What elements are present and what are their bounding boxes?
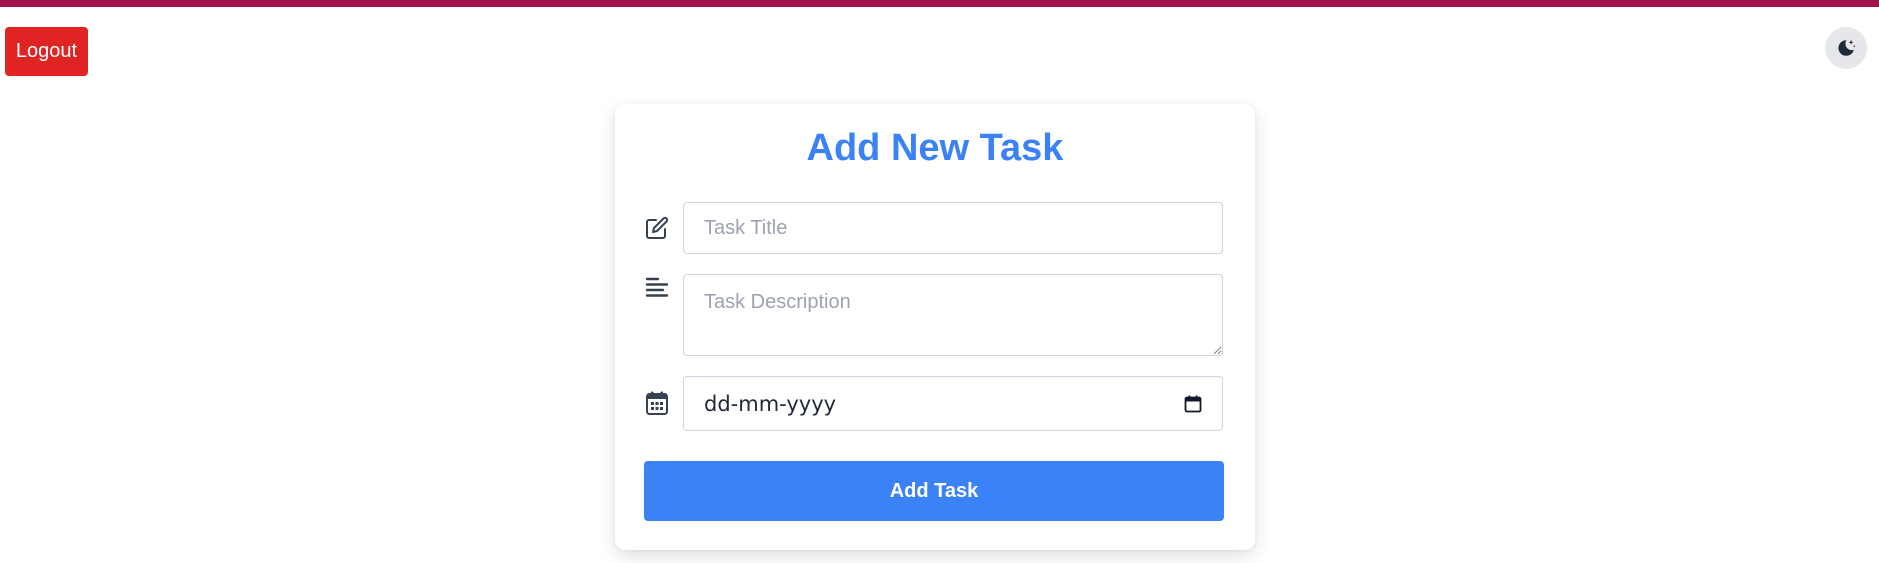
- calendar-picker-icon[interactable]: [1184, 395, 1202, 413]
- due-date-input[interactable]: dd-mm-yyyy: [683, 376, 1223, 431]
- add-task-button[interactable]: Add Task: [644, 461, 1224, 521]
- form-title: Add New Task: [806, 127, 1064, 169]
- top-accent-bar: [0, 0, 1879, 7]
- logout-button[interactable]: Logout: [5, 27, 88, 76]
- theme-toggle-button[interactable]: [1825, 27, 1867, 69]
- edit-icon: [644, 215, 670, 241]
- task-title-input[interactable]: [683, 202, 1223, 254]
- moon-stars-icon: [1838, 39, 1856, 56]
- align-left-icon: [644, 274, 670, 300]
- task-description-textarea[interactable]: [683, 274, 1223, 356]
- date-placeholder: dd-mm-yyyy: [704, 391, 837, 416]
- calendar-icon: [644, 390, 670, 416]
- add-task-card: Add New Task dd-mm-yyyy: [615, 104, 1255, 550]
